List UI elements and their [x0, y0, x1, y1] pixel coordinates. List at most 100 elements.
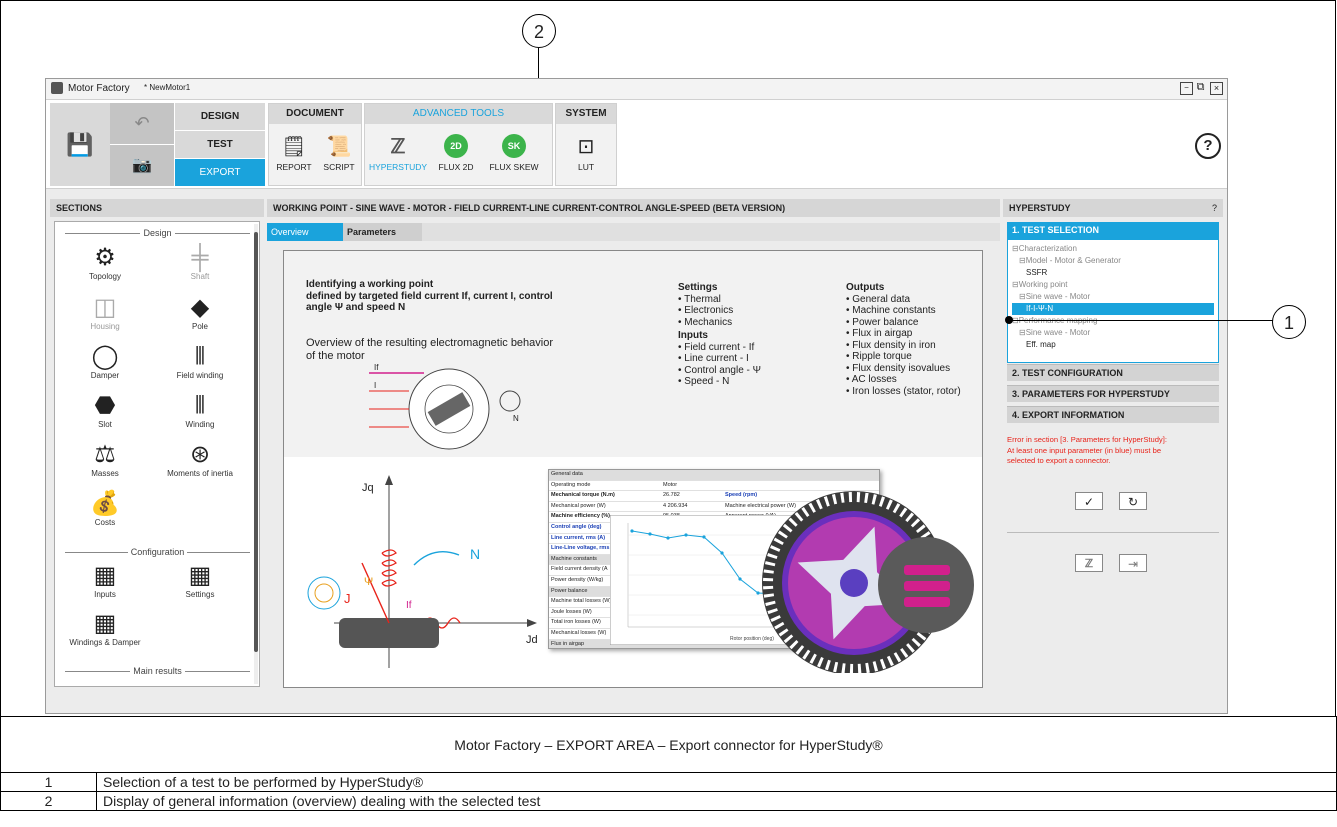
inputs-table-icon: ▦: [93, 562, 117, 589]
caption-title: Motor Factory – EXPORT AREA – Export con…: [0, 716, 1337, 773]
undo-icon[interactable]: ↶: [110, 103, 174, 144]
flux2d-tool[interactable]: 2D FLUX 2D: [427, 130, 485, 172]
hyperstudy-tool[interactable]: ℤ HYPERSTUDY: [369, 130, 427, 173]
section-costs-label: Costs: [94, 518, 116, 527]
main-panel: WORKING POINT - SINE WAVE - MOTOR - FIEL…: [267, 199, 1000, 691]
section-field-winding[interactable]: ⦀ Field winding: [155, 343, 245, 380]
error-line-1: Error in section [3. Parameters for Hype…: [1007, 435, 1167, 444]
main-header: WORKING POINT - SINE WAVE - MOTOR - FIEL…: [267, 199, 1000, 217]
sections-scrollbar-thumb[interactable]: [254, 232, 258, 652]
tree-item[interactable]: SSFR: [1012, 267, 1214, 279]
section-housing-label: Housing: [90, 322, 120, 331]
section-inputs[interactable]: ▦ Inputs: [60, 562, 150, 599]
hyperstudy-help-icon[interactable]: ?: [1212, 199, 1217, 217]
n-label: N: [470, 546, 480, 562]
tree-item[interactable]: If-I-Ψ-N: [1012, 303, 1214, 315]
sections-list: Design ⚙ Topology ╪ Shaft ◫ Housing ◆ Pole ◯…: [54, 221, 260, 687]
housing-icon: ◫: [93, 294, 117, 321]
step-export-information[interactable]: 4. EXPORT INFORMATION: [1007, 406, 1219, 423]
step-parameters[interactable]: 3. PARAMETERS FOR HYPERSTUDY: [1007, 385, 1219, 402]
tree-item[interactable]: ⊟Sine wave - Motor: [1012, 327, 1214, 339]
tree-item[interactable]: ⊟Sine wave - Motor: [1012, 291, 1214, 303]
hyperstudy-panel: HYPERSTUDY? 1. TEST SELECTION ⊟Character…: [1003, 199, 1223, 691]
section-windings-damper[interactable]: ▦ Windings & Damper: [60, 610, 150, 647]
restore-icon[interactable]: ⧉: [1195, 82, 1206, 93]
report-tool[interactable]: 🗒 REPORT: [269, 130, 319, 173]
section-pole[interactable]: ◆ Pole: [155, 294, 245, 331]
results-table-cell: 4 206.934: [663, 502, 688, 509]
sections-scrollbar[interactable]: [254, 224, 258, 684]
section-damper[interactable]: ◯ Damper: [60, 343, 150, 380]
section-winding[interactable]: ⦀ Winding: [155, 392, 245, 429]
section-slot[interactable]: ⬣ Slot: [60, 392, 150, 429]
reset-button[interactable]: ↻: [1119, 492, 1147, 510]
section-shaft-label: Shaft: [190, 272, 210, 281]
design-divider: Design: [65, 228, 250, 238]
configuration-divider-label: Configuration: [127, 547, 188, 557]
flux-map-image: [762, 491, 974, 673]
apply-button[interactable]: ✓: [1075, 492, 1103, 510]
script-tool[interactable]: 📜 SCRIPT: [319, 130, 359, 173]
slot-icon: ⬣: [94, 392, 116, 419]
settings-table-icon: ▦: [188, 562, 212, 589]
report-label: REPORT: [276, 162, 312, 172]
settings-item: • Mechanics: [678, 316, 733, 328]
caption-row-text: Selection of a test to be performed by H…: [96, 772, 1337, 792]
tree-item[interactable]: ⊟Working point: [1012, 279, 1214, 291]
settings-title: Settings: [678, 282, 718, 293]
section-damper-label: Damper: [90, 371, 120, 380]
help-icon[interactable]: ?: [1195, 133, 1221, 159]
outputs-item: • General data: [846, 293, 911, 305]
section-settings[interactable]: ▦ Settings: [155, 562, 245, 599]
camera-icon[interactable]: 📷: [110, 145, 174, 186]
section-slot-label: Slot: [98, 420, 112, 429]
error-line-2: At least one input parameter (in blue) m…: [1007, 445, 1162, 455]
fluxskew-tool[interactable]: SK FLUX SKEW: [485, 130, 543, 172]
document-group: DOCUMENT 🗒 REPORT 📜 SCRIPT: [268, 103, 362, 186]
tree-item[interactable]: ⊟Performance mapping: [1012, 315, 1214, 327]
section-masses[interactable]: ⚖ Masses: [60, 441, 150, 478]
system-group-title: SYSTEM: [556, 104, 616, 124]
save-icon[interactable]: 💾: [50, 103, 110, 186]
overview-subtitle-line1: Overview of the resulting electromagneti…: [306, 337, 554, 349]
jd-label: Jd: [526, 634, 538, 646]
tree-item[interactable]: ⊟Model - Motor & Generator: [1012, 255, 1214, 267]
section-moments-of-inertia[interactable]: ⊛ Moments of inertia: [155, 441, 245, 478]
section-topology[interactable]: ⚙ Topology: [60, 244, 150, 281]
section-housing[interactable]: ◫ Housing: [60, 294, 150, 331]
section-costs[interactable]: 💰 Costs: [60, 490, 150, 527]
minimize-icon[interactable]: −: [1180, 82, 1193, 95]
outputs-title: Outputs: [846, 282, 885, 293]
export-file-button[interactable]: ⇥: [1119, 554, 1147, 572]
results-table-cell: Operating mode: [551, 481, 591, 488]
callout-1: 1: [1272, 305, 1306, 339]
overview-title: Identifying a working point defined by t…: [306, 279, 553, 314]
mode-export-button[interactable]: EXPORT: [175, 159, 265, 186]
inputs-title: Inputs: [678, 330, 708, 341]
title-bar: Motor Factory * NewMotor1 − ⧉ ×: [46, 79, 1227, 100]
tab-parameters[interactable]: Parameters: [343, 223, 422, 241]
section-winding-label: Winding: [185, 420, 215, 429]
tab-overview[interactable]: Overview: [267, 223, 343, 241]
section-shaft[interactable]: ╪ Shaft: [155, 244, 245, 281]
motor-schematic: If I N: [369, 363, 521, 450]
field-winding-icon: ⦀: [194, 343, 206, 370]
lut-tool[interactable]: ⊡ LUT: [561, 130, 611, 173]
section-windings-damper-label: Windings & Damper: [69, 638, 141, 647]
inputs-item: • Line current - I: [678, 353, 749, 364]
step-test-selection[interactable]: 1. TEST SELECTION: [1007, 222, 1219, 239]
fluxskew-label: FLUX SKEW: [489, 162, 539, 172]
hyperstudy-export-button[interactable]: ℤ: [1075, 554, 1103, 572]
settings-item: • Thermal: [678, 293, 721, 305]
main-results-divider: Main results: [65, 666, 250, 676]
outputs-item: • Flux density in iron: [846, 339, 936, 351]
callout-1-dot: [1005, 316, 1013, 324]
results-table-cell: [661, 470, 723, 480]
mode-test-button[interactable]: TEST: [175, 131, 265, 158]
close-icon[interactable]: ×: [1210, 82, 1223, 95]
tree-item[interactable]: Eff. map: [1012, 339, 1214, 351]
advanced-tools-group: ADVANCED TOOLS ℤ HYPERSTUDY 2D FLUX 2D SK FLU…: [364, 103, 553, 186]
step-test-configuration[interactable]: 2. TEST CONFIGURATION: [1007, 364, 1219, 381]
tree-item[interactable]: ⊟Characterization: [1012, 243, 1214, 255]
mode-design-button[interactable]: DESIGN: [175, 103, 265, 130]
